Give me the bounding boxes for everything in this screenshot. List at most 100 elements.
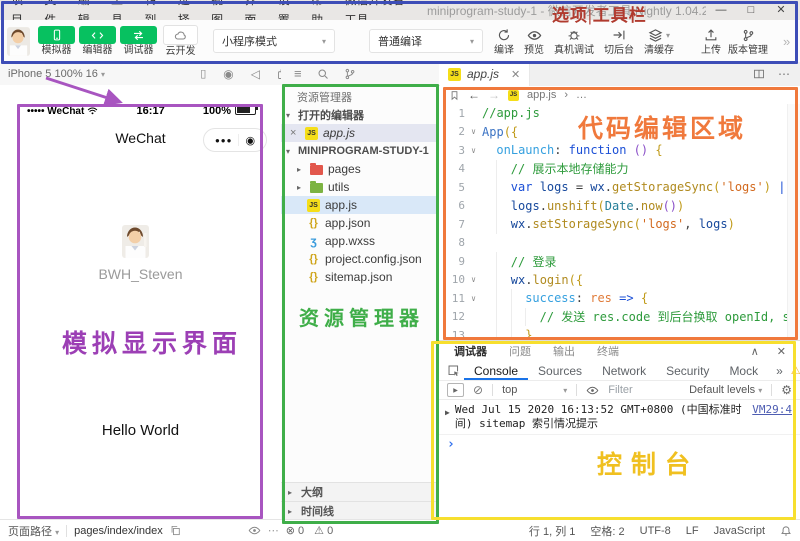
toolbar-button-swap[interactable]: 调试器 <box>120 26 157 56</box>
status-more-icon[interactable]: ⋯ <box>268 524 279 537</box>
git-branch-icon[interactable] <box>344 68 356 80</box>
mute-icon[interactable]: ◁ <box>251 67 260 81</box>
devtools-tab-mock[interactable]: Mock <box>719 361 768 380</box>
eye-icon[interactable] <box>248 524 261 537</box>
status-item-1[interactable]: 空格: 2 <box>590 523 624 539</box>
status-item-4[interactable]: JavaScript <box>714 525 765 537</box>
panel-tab-终端[interactable]: 终端 <box>586 343 630 359</box>
user-avatar-large[interactable] <box>122 225 149 258</box>
editor-minimap[interactable] <box>787 104 800 340</box>
user-avatar[interactable] <box>7 27 30 56</box>
devtools-tab-console[interactable]: Console <box>464 361 528 380</box>
toolbar-action-refresh[interactable]: 编译 <box>494 26 514 56</box>
problem-counts[interactable]: ⊗ 0 ⚠ 0 <box>286 524 333 537</box>
tree-item-pages[interactable]: ▸pages <box>281 160 439 178</box>
collapse-panel-icon[interactable]: ∧ <box>751 345 759 358</box>
context-select[interactable]: top ▾ <box>502 384 567 396</box>
toolbar-action-branch[interactable]: 版本管理 <box>728 26 768 56</box>
devtools-tab-sources[interactable]: Sources <box>528 361 592 380</box>
record-icon[interactable]: ◉ <box>223 67 233 81</box>
filter-input[interactable]: Filter <box>608 384 632 396</box>
warning-badge[interactable]: ⚠1 <box>791 364 800 377</box>
clear-console-icon[interactable]: ⊘ <box>473 383 483 397</box>
console-settings-icon[interactable]: ⚙ <box>781 383 792 397</box>
nav-back-icon[interactable]: ← <box>468 88 480 102</box>
tree-item-project-config-json[interactable]: {}project.config.json <box>281 250 439 268</box>
status-item-0[interactable]: 行 1, 列 1 <box>529 523 575 539</box>
bookmark-icon[interactable] <box>449 90 460 101</box>
toolbar-action-layers[interactable]: ▾清缓存 <box>644 26 674 56</box>
toolbar-action-eye[interactable]: 预览 <box>524 26 544 56</box>
toolbar-action-upload[interactable]: 上传 <box>701 26 721 56</box>
nav-forward-icon[interactable]: → <box>488 88 500 102</box>
log-levels-select[interactable]: Default levels ▾ <box>689 384 762 396</box>
tree-item-app-json[interactable]: {}app.json <box>281 214 439 232</box>
tree-item-utils[interactable]: ▸utils <box>281 178 439 196</box>
cloud-dev-button[interactable]: 云开发 <box>163 25 198 57</box>
console-log-entry[interactable]: ▶ Wed Jul 15 2020 16:13:52 GMT+0800 (中国标… <box>439 400 800 435</box>
devtools-tab-security[interactable]: Security <box>656 361 719 380</box>
close-panel-icon[interactable]: ✕ <box>777 345 786 358</box>
split-editor-icon[interactable] <box>753 68 765 80</box>
status-item-3[interactable]: LF <box>686 525 699 537</box>
tree-item-app-js[interactable]: JSapp.js <box>281 196 439 214</box>
log-source-link[interactable]: VM29:4 <box>752 403 792 417</box>
toolbar-button-phone[interactable]: 模拟器 <box>38 26 75 56</box>
console-sidebar-icon[interactable]: ▶ <box>447 383 464 397</box>
fold-icon[interactable]: ∨ <box>465 127 482 136</box>
maximize-button[interactable]: □ <box>736 0 766 20</box>
copy-icon[interactable] <box>170 525 181 536</box>
capsule-button[interactable]: ●●● ◉ <box>203 128 267 152</box>
inspect-element-icon[interactable] <box>447 364 460 377</box>
devtools-tab-network[interactable]: Network <box>592 361 656 380</box>
tree-item-app-wxss[interactable]: ʒapp.wxss <box>281 232 439 250</box>
minimize-button[interactable]: — <box>706 0 736 20</box>
panel-tab-输出[interactable]: 输出 <box>542 343 586 359</box>
close-tab-icon[interactable]: ✕ <box>511 68 520 81</box>
device-selector[interactable]: iPhone 5 100% 16 ▾ <box>8 68 105 80</box>
folder-icon <box>310 165 323 175</box>
panel-tab-调试器[interactable]: 调试器 <box>443 343 498 359</box>
section-timeline[interactable]: ▸ 时间线 <box>281 501 439 520</box>
fold-icon[interactable]: ∨ <box>465 294 482 303</box>
section-project[interactable]: ▾ MINIPROGRAM-STUDY-1 <box>281 142 439 160</box>
list-icon[interactable]: ≡ <box>294 66 302 81</box>
rotate-device-icon[interactable]: ▯ <box>200 67 206 80</box>
section-open-editors[interactable]: ▾ 打开的编辑器 <box>281 106 439 124</box>
open-editor-appjs[interactable]: × JS app.js <box>281 124 439 142</box>
breadcrumb-more[interactable]: … <box>576 89 587 101</box>
more-tabs-icon[interactable]: » <box>768 364 791 378</box>
close-circle-icon[interactable]: ◉ <box>239 134 261 147</box>
tree-item-sitemap-json[interactable]: {}sitemap.json <box>281 268 439 286</box>
section-outline[interactable]: ▸ 大纲 <box>281 482 439 501</box>
compile-mode-select[interactable]: 普通编译 ▾ <box>369 29 483 53</box>
more-menu-icon[interactable]: ●●● <box>209 136 239 145</box>
bell-icon[interactable] <box>780 525 792 537</box>
error-icon: ⊗ <box>286 525 295 537</box>
chevron-right-icon: ▸ <box>288 507 296 516</box>
breadcrumb-file[interactable]: app.js <box>527 89 556 101</box>
hello-world-text: Hello World <box>0 422 281 439</box>
close-button[interactable]: ✕ <box>766 0 796 20</box>
page-path-select[interactable]: 页面路径 ▾ <box>8 523 59 539</box>
toolbar-action-bug[interactable]: 真机调试 <box>554 26 594 56</box>
close-file-icon[interactable]: × <box>290 127 300 139</box>
code-editor[interactable]: 1//app.js2∨App({3∨onLaunch: function () … <box>439 104 800 340</box>
console-prompt[interactable]: › <box>439 435 800 454</box>
toolbar-action-background[interactable]: 切后台 <box>604 26 634 56</box>
mode-select[interactable]: 小程序模式 ▾ <box>213 29 335 53</box>
simulator-screen[interactable]: ••••• WeChat 16:17 100% WeChat ●●● ◉ BWH… <box>0 85 282 520</box>
more-actions-icon[interactable]: ⋯ <box>778 67 790 81</box>
toolbar-button-code[interactable]: 编辑器 <box>79 26 116 56</box>
search-icon[interactable] <box>317 68 329 80</box>
js-file-icon: JS <box>508 90 519 101</box>
js-file-icon: JS <box>448 68 461 81</box>
fold-icon[interactable]: ∨ <box>465 275 482 284</box>
tab-appjs[interactable]: JS app.js ✕ <box>439 62 530 86</box>
toolbar-overflow-icon[interactable]: » <box>783 34 790 49</box>
fold-icon[interactable]: ∨ <box>465 146 482 155</box>
expand-log-icon[interactable]: ▶ <box>445 406 450 420</box>
panel-tab-问题[interactable]: 问题 <box>498 343 542 359</box>
status-item-2[interactable]: UTF-8 <box>640 525 671 537</box>
eye-icon[interactable] <box>586 384 599 397</box>
